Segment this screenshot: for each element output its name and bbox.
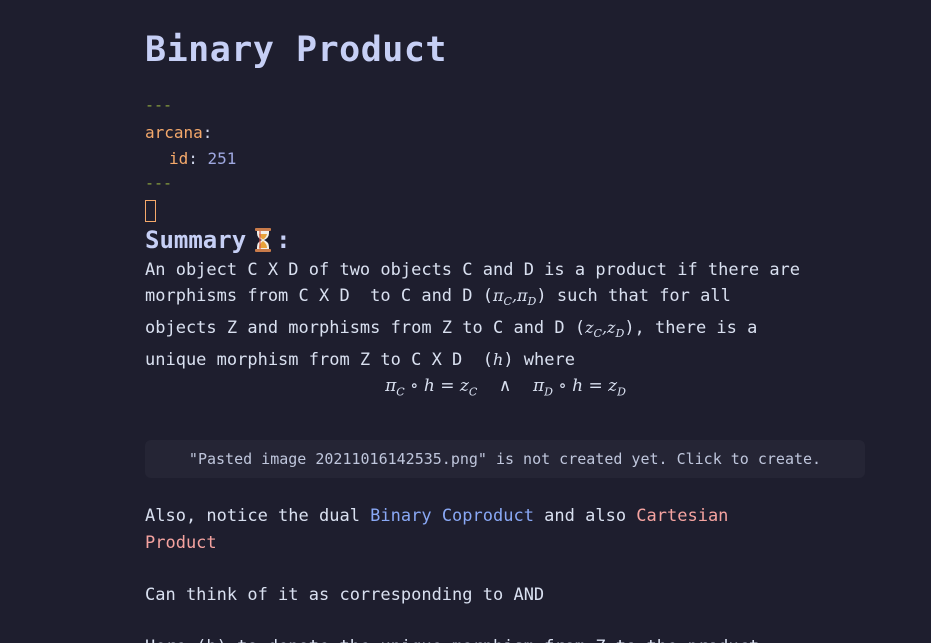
summary-line-3-end: ), there is a	[624, 318, 758, 339]
projection-pair-math: πC,πD	[493, 286, 537, 309]
frontmatter-id-colon: :	[188, 149, 208, 168]
missing-image-embed[interactable]: "Pasted image 20211016142535.png" is not…	[145, 440, 865, 478]
summary-heading-colon: :	[276, 226, 291, 254]
cartesian-product-link-part1[interactable]: Cartesian	[636, 506, 728, 526]
binary-coproduct-link[interactable]: Binary Coproduct	[370, 506, 534, 526]
partial-paragraph[interactable]: Here (h) to denote the unique morphism f…	[145, 634, 875, 643]
summary-line-4-end: ) where	[503, 350, 575, 371]
frontmatter-id-key: id	[169, 149, 189, 168]
z-morphism-pair-math: zC,zD	[585, 318, 625, 341]
summary-line-4-start: unique morphism from Z to C X D (	[145, 350, 493, 371]
summary-heading[interactable]: Summary :	[145, 226, 291, 254]
frontmatter-open-delimiter: ---	[145, 96, 173, 114]
note-title[interactable]: Binary Product	[145, 30, 447, 70]
frontmatter-key-line[interactable]: arcana:	[145, 123, 212, 142]
editor-pane[interactable]: Binary Product --- arcana: id: 251 --- S…	[0, 0, 931, 643]
summary-line-3-start: objects Z and morphisms from Z to C and …	[145, 318, 586, 339]
unique-morphism-math: h	[493, 350, 504, 370]
and-paragraph[interactable]: Can think of it as corresponding to AND	[145, 582, 875, 608]
frontmatter-key: arcana	[145, 123, 203, 142]
hourglass-icon	[254, 227, 272, 253]
summary-line-1: An object C X D of two objects C and D i…	[145, 260, 801, 280]
dual-paragraph[interactable]: Also, notice the dual Binary Coproduct a…	[145, 503, 875, 557]
frontmatter-colon: :	[202, 123, 213, 142]
text-cursor	[145, 200, 156, 222]
product-equation: πC ∘ h = zC ∧ πD ∘ h = zD	[385, 376, 626, 399]
missing-image-embed-text: "Pasted image 20211016142535.png" is not…	[188, 450, 822, 468]
summary-heading-text: Summary	[145, 226, 247, 254]
dual-paragraph-middle: and also	[533, 506, 637, 526]
dual-paragraph-prefix: Also, notice the dual	[145, 506, 371, 526]
summary-line-2-start: morphisms from C X D to C and D (	[145, 286, 493, 306]
summary-paragraph[interactable]: An object C X D of two objects C and D i…	[145, 257, 875, 373]
frontmatter-close-delimiter: ---	[145, 174, 173, 192]
frontmatter-id-line[interactable]: id: 251	[169, 149, 236, 168]
cartesian-product-link-part2[interactable]: Product	[145, 533, 217, 553]
frontmatter-id-value: 251	[207, 149, 237, 168]
summary-line-2-end: ) such that for all	[536, 286, 731, 306]
